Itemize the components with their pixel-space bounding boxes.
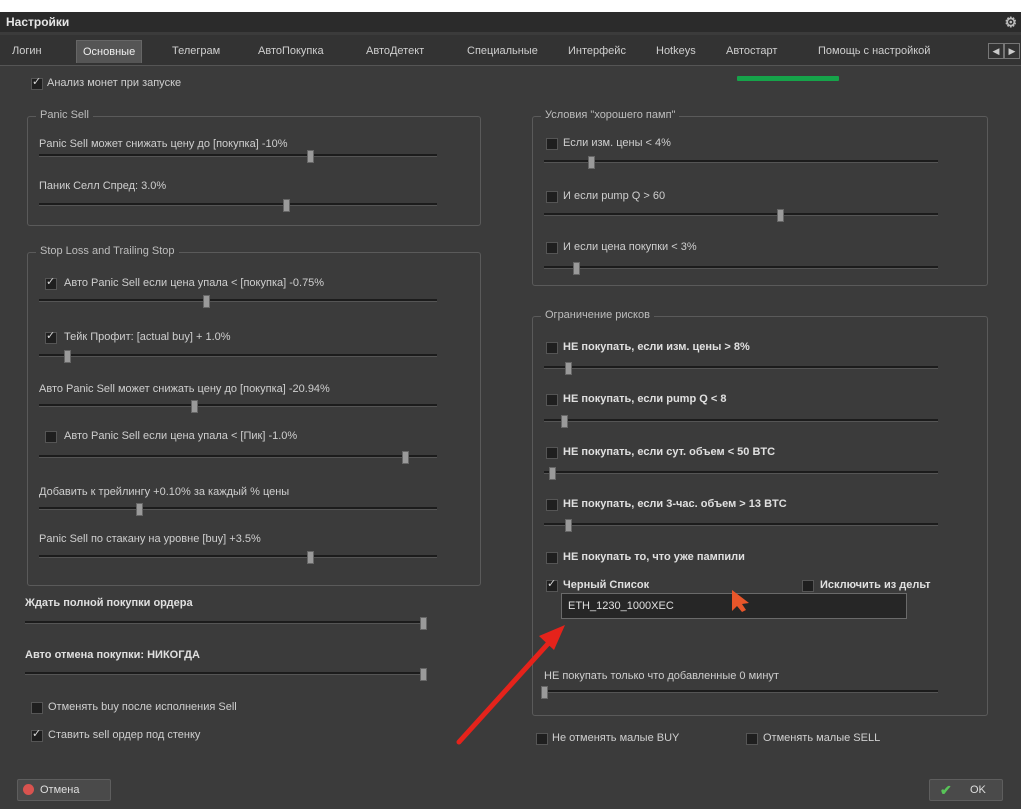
risk-3h-volume-slider[interactable] (544, 519, 938, 532)
auto-panic-sell-max-drop-slider[interactable] (39, 400, 437, 413)
dont-buy-recent-label: НЕ покупать только что добавленные 0 мин… (544, 670, 779, 682)
take-profit-slider[interactable] (39, 350, 437, 363)
blacklist-label: Черный Список (563, 579, 650, 591)
cancel-button-label: Отмена (40, 784, 80, 796)
trailing-add-label: Добавить к трейлингу +0.10% за каждый % … (39, 486, 290, 498)
risk-limit-title: Ограничение рисков (541, 309, 654, 321)
tab-main[interactable]: Основные (76, 40, 143, 63)
tab-login[interactable]: Логин (6, 40, 48, 62)
blacklist-input[interactable] (566, 596, 900, 616)
risk-3h-volume-checkbox[interactable] (546, 499, 558, 511)
risk-3h-volume-label: НЕ покупать, если 3-час. объем > 13 BTC (563, 498, 787, 510)
place-sell-under-wall-checkbox[interactable] (31, 727, 43, 742)
ok-button-label: OK (970, 784, 986, 796)
auto-panic-sell-peak-checkbox[interactable] (45, 431, 57, 443)
cancel-buy-after-sell-label: Отменять buy после исполнения Sell (48, 701, 237, 713)
auto-panic-sell-buy-label: Авто Panic Sell если цена упала < [покуп… (64, 277, 325, 289)
blacklist-field[interactable] (561, 593, 907, 619)
good-pump-price-change-checkbox[interactable] (546, 138, 558, 150)
tab-scroll-left-icon[interactable]: ◀ (988, 43, 1004, 59)
tab-hotkeys[interactable]: Hotkeys (650, 40, 702, 62)
tab-autobuy[interactable]: АвтоПокупка (252, 40, 330, 62)
risk-pump-q-checkbox[interactable] (546, 394, 558, 406)
dont-cancel-manual-buy-label: Не отменять малые BUY (552, 732, 680, 744)
auto-panic-sell-max-drop-label: Авто Panic Sell может снижать цену до [п… (39, 383, 330, 395)
stop-loss-title: Stop Loss and Trailing Stop (36, 245, 179, 257)
tab-bar: Логин Основные Телеграм АвтоПокупка Авто… (0, 35, 1021, 66)
panic-sell-spread-slider[interactable] (39, 199, 437, 212)
trailing-add-slider[interactable] (39, 503, 437, 516)
dont-cancel-manual-buy-checkbox[interactable] (536, 733, 548, 745)
auto-panic-sell-buy-slider[interactable] (39, 295, 437, 308)
risk-daily-volume-checkbox[interactable] (546, 447, 558, 459)
tab-telegram[interactable]: Телеграм (166, 40, 226, 62)
cancel-manual-sell-label: Отменять малые SELL (763, 732, 881, 744)
checkmark-icon: ✔ (940, 782, 952, 798)
tab-interface[interactable]: Интерфейс (562, 40, 632, 62)
panic-sell-max-drop-label: Panic Sell может снижать цену до [покупк… (39, 138, 288, 150)
good-pump-q-slider[interactable] (544, 209, 938, 222)
take-profit-checkbox[interactable] (45, 329, 57, 344)
good-pump-price-change-label: Если изм. цены < 4% (563, 137, 671, 149)
window-title: Настройки (6, 15, 70, 29)
dont-buy-pumped-label: НЕ покупать то, что уже пампили (563, 551, 745, 563)
good-pump-buy-price-slider[interactable] (544, 262, 938, 275)
exclude-delta-label: Исключить из дельт (820, 579, 931, 591)
wait-full-buy-label: Ждать полной покупки ордера (25, 597, 193, 609)
wait-full-buy-slider[interactable] (25, 617, 427, 630)
exclude-delta-checkbox[interactable] (802, 580, 814, 592)
analyze-on-start-label: Анализ монет при запуске (47, 77, 182, 89)
risk-daily-volume-label: НЕ покупать, если сут. объем < 50 BTC (563, 446, 776, 458)
cancel-button[interactable]: Отмена (17, 779, 111, 801)
risk-price-change-label: НЕ покупать, если изм. цены > 8% (563, 341, 750, 353)
panic-sell-title: Panic Sell (36, 109, 93, 121)
ok-button[interactable]: ✔ OK (929, 779, 1003, 801)
panic-sell-group: Panic Sell (27, 109, 481, 226)
take-profit-label: Тейк Профит: [actual buy] + 1.0% (64, 331, 231, 343)
cancel-icon (23, 784, 34, 795)
risk-price-change-slider[interactable] (544, 362, 938, 375)
tab-autostart[interactable]: Автостарт (720, 40, 783, 62)
good-pump-price-change-slider[interactable] (544, 156, 938, 169)
cancel-buy-after-sell-checkbox[interactable] (31, 702, 43, 714)
cancel-manual-sell-checkbox[interactable] (746, 733, 758, 745)
title-bar: Настройки ⚙ (0, 12, 1021, 32)
orderbook-panic-sell-slider[interactable] (39, 551, 437, 564)
good-pump-buy-price-label: И если цена покупки < 3% (563, 241, 697, 253)
auto-cancel-buy-slider[interactable] (25, 668, 427, 681)
auto-panic-sell-buy-checkbox[interactable] (45, 275, 57, 290)
orderbook-panic-sell-label: Panic Sell по стакану на уровне [buy] +3… (39, 533, 261, 545)
risk-daily-volume-slider[interactable] (544, 467, 938, 480)
good-pump-buy-price-checkbox[interactable] (546, 242, 558, 254)
risk-price-change-checkbox[interactable] (546, 342, 558, 354)
risk-limit-group: Ограничение рисков (532, 309, 988, 716)
analyze-on-start-checkbox[interactable] (31, 75, 43, 90)
dont-buy-pumped-checkbox[interactable] (546, 552, 558, 564)
place-sell-under-wall-label: Ставить sell ордер под стенку (48, 729, 201, 741)
progress-bar (737, 76, 839, 81)
panic-sell-max-drop-slider[interactable] (39, 150, 437, 163)
auto-panic-sell-peak-slider[interactable] (39, 451, 437, 464)
good-pump-title: Условия "хорошего памп" (541, 109, 680, 121)
tab-autodetect[interactable]: АвтоДетект (360, 40, 430, 62)
tab-special[interactable]: Специальные (461, 40, 544, 62)
auto-cancel-buy-label: Авто отмена покупки: НИКОГДА (25, 649, 200, 661)
panic-sell-spread-label: Паник Селл Спред: 3.0% (39, 180, 167, 192)
risk-pump-q-slider[interactable] (544, 415, 938, 428)
good-pump-q-label: И если pump Q > 60 (563, 190, 666, 202)
good-pump-q-checkbox[interactable] (546, 191, 558, 203)
tab-scroll-right-icon[interactable]: ▶ (1004, 43, 1020, 59)
risk-pump-q-label: НЕ покупать, если pump Q < 8 (563, 393, 727, 405)
auto-panic-sell-peak-label: Авто Panic Sell если цена упала < [Пик] … (64, 430, 298, 442)
blacklist-checkbox[interactable] (546, 577, 558, 592)
dont-buy-recent-slider[interactable] (541, 686, 938, 699)
tab-help-setup[interactable]: Помощь с настройкой (812, 40, 936, 62)
close-icon[interactable]: ⚙ (1004, 14, 1017, 31)
